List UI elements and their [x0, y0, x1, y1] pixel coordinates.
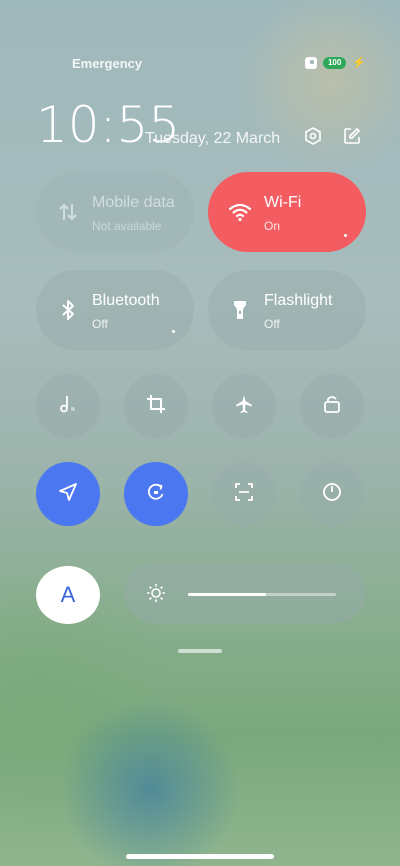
- charging-icon: ⚡: [352, 57, 366, 69]
- status-bar: Emergency 100 ⚡: [0, 56, 400, 76]
- wifi-status: On: [264, 219, 281, 233]
- flashlight-status: Off: [264, 317, 280, 331]
- dark-mode-icon: [321, 481, 343, 508]
- scanner-tile[interactable]: [212, 462, 276, 526]
- status-icons: 100 ⚡: [304, 56, 366, 69]
- sun-icon: [146, 583, 166, 603]
- music-note-icon: ≋: [57, 393, 79, 420]
- scanner-icon: [233, 481, 255, 508]
- bluetooth-icon: [56, 298, 80, 322]
- bluetooth-title: Bluetooth: [92, 292, 160, 309]
- music-tile[interactable]: ≋: [36, 374, 100, 438]
- date: Tuesday, 22 March: [145, 130, 281, 147]
- brightness-track[interactable]: [188, 593, 336, 596]
- airplane-icon: [233, 393, 255, 420]
- airplane-tile[interactable]: [212, 374, 276, 438]
- dark-mode-tile[interactable]: [300, 462, 364, 526]
- home-indicator[interactable]: [126, 854, 274, 859]
- parking-app-icon: [304, 56, 317, 69]
- wifi-icon: [228, 200, 252, 224]
- mobile-data-status: Not available: [92, 219, 162, 233]
- bluetooth-tile[interactable]: Bluetooth Off: [36, 270, 194, 350]
- wifi-title: Wi-Fi: [264, 194, 302, 211]
- flashlight-tile[interactable]: Flashlight Off: [208, 270, 366, 350]
- mobile-data-tile[interactable]: Mobile data Not available: [36, 172, 194, 252]
- flashlight-title: Flashlight: [264, 292, 333, 309]
- flashlight-icon: [228, 298, 252, 322]
- lock-tile[interactable]: [300, 374, 364, 438]
- wifi-tile[interactable]: Wi-Fi On: [208, 172, 366, 252]
- mobile-data-icon: [56, 200, 80, 224]
- auto-brightness-button[interactable]: A: [36, 566, 100, 624]
- lock-icon: [321, 393, 343, 420]
- brightness-slider[interactable]: [124, 563, 366, 623]
- settings-icon[interactable]: [303, 126, 323, 146]
- location-tile[interactable]: [36, 462, 100, 526]
- bluetooth-status: Off: [92, 317, 108, 331]
- rotation-lock-tile[interactable]: [124, 462, 188, 526]
- crop-tile[interactable]: [124, 374, 188, 438]
- carrier-label: Emergency: [72, 56, 143, 71]
- crop-icon: [145, 393, 167, 420]
- mobile-data-title: Mobile data: [92, 194, 175, 211]
- edit-icon[interactable]: [342, 126, 362, 146]
- svg-text:≋: ≋: [71, 407, 76, 413]
- panel-handle[interactable]: [178, 649, 222, 653]
- rotation-lock-icon: [145, 481, 167, 508]
- location-icon: [57, 481, 79, 508]
- battery-badge: 100: [322, 56, 347, 69]
- bluetooth-more-dot: [172, 330, 175, 333]
- brightness-fill: [188, 593, 267, 596]
- wifi-more-dot: [344, 234, 347, 237]
